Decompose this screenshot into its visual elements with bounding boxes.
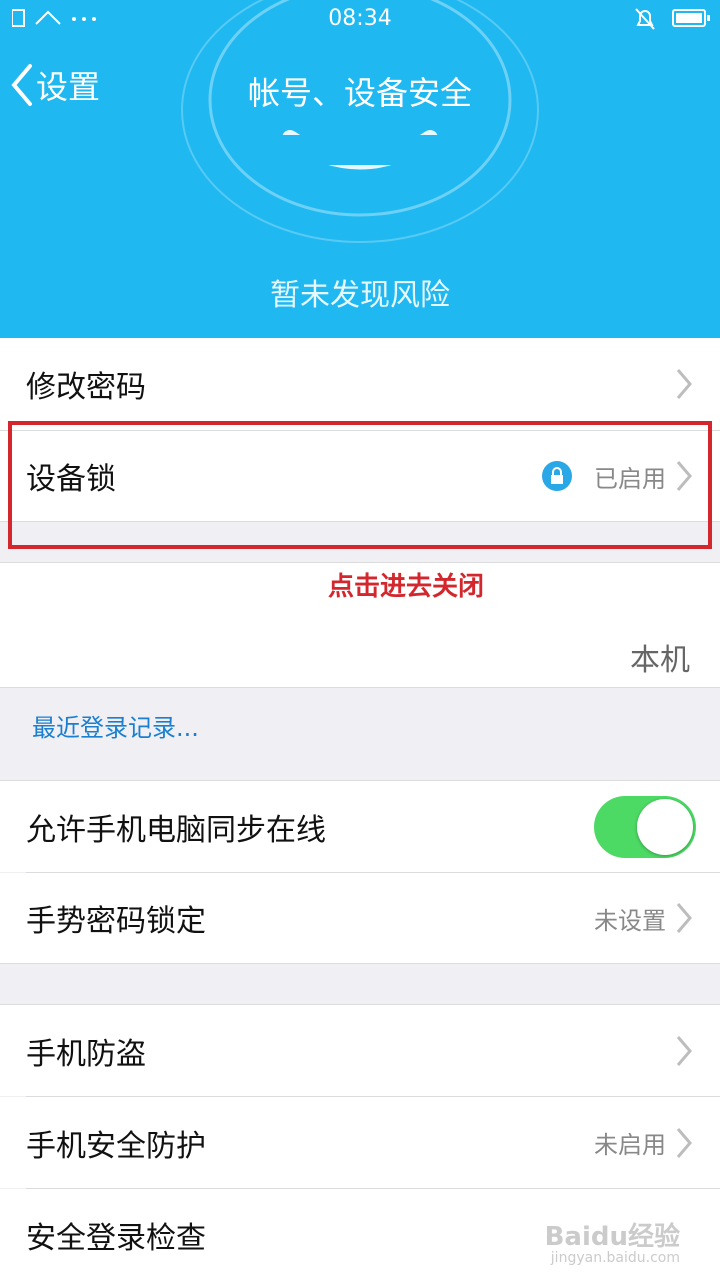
- bell-mute-icon: [634, 7, 656, 36]
- row-label: 手机安全防护: [26, 1128, 206, 1164]
- row-gesture-lock[interactable]: 手势密码锁定 未设置: [0, 873, 720, 963]
- divider: [0, 687, 720, 688]
- row-change-password[interactable]: 修改密码: [0, 338, 720, 430]
- row-label: 修改密码: [26, 370, 146, 405]
- row-phone-protection[interactable]: 手机安全防护 未启用: [0, 1097, 720, 1188]
- this-device-value: 本机: [630, 642, 690, 678]
- chevron-right-icon: [676, 903, 692, 933]
- status-bar: 08:34: [0, 0, 720, 40]
- row-anti-theft[interactable]: 手机防盗: [0, 1005, 720, 1096]
- annotation-text: 点击进去关闭: [327, 572, 484, 602]
- status-time: 08:34: [328, 6, 392, 31]
- watermark-logo: Baidu经验: [544, 1222, 680, 1252]
- row-label: 手机防盗: [26, 1036, 146, 1072]
- row-label: 手势密码锁定: [26, 904, 206, 939]
- risk-status-text: 暂未发现风险: [270, 278, 450, 313]
- gesture-lock-status: 未设置: [594, 906, 666, 935]
- divider: [0, 562, 720, 563]
- battery-icon: [672, 9, 710, 27]
- chevron-right-icon: [676, 1035, 692, 1066]
- divider: [0, 963, 720, 964]
- sync-online-toggle[interactable]: [594, 795, 696, 858]
- row-label: 允许手机电脑同步在线: [26, 812, 326, 848]
- recent-login-link[interactable]: 最近登录记录...: [32, 708, 199, 743]
- row-sync-online: 允许手机电脑同步在线: [0, 781, 720, 872]
- header: 08:34 设置 帐号、设备安全 暂未发现风险: [0, 0, 720, 338]
- watermark-url: jingyan.baidu.com: [550, 1250, 680, 1266]
- chevron-right-icon: [676, 369, 692, 399]
- chevron-right-icon: [676, 1127, 692, 1158]
- toggle-knob: [637, 798, 693, 855]
- page-title: 帐号、设备安全: [247, 74, 472, 112]
- phone-protection-status: 未启用: [594, 1131, 666, 1159]
- highlight-box: [8, 421, 712, 549]
